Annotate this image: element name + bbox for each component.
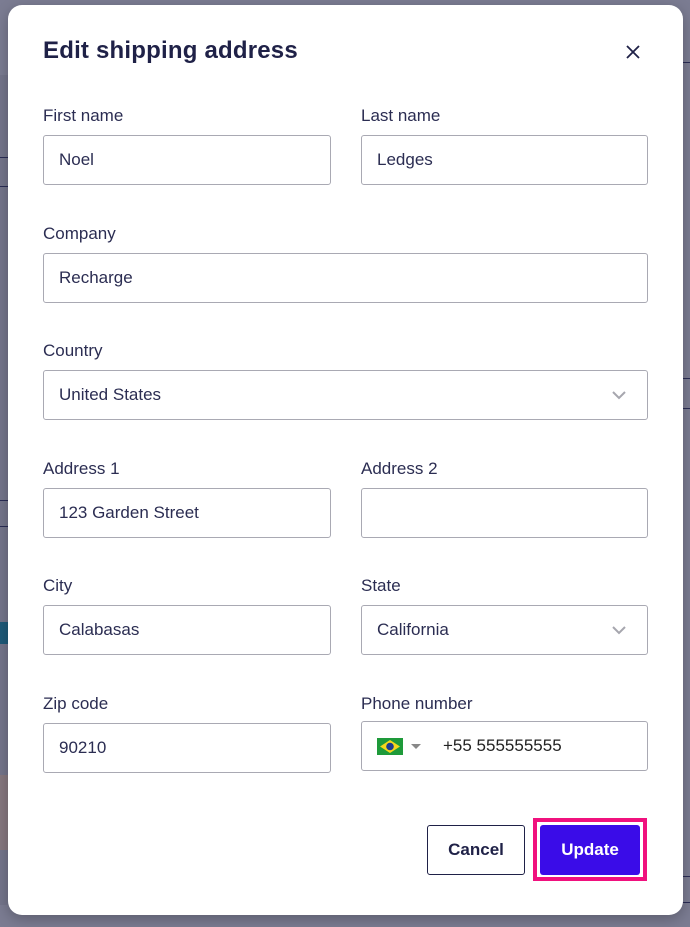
background-divider <box>0 186 8 187</box>
last-name-value: Ledges <box>377 150 433 169</box>
background-divider <box>683 62 690 63</box>
company-input[interactable]: Recharge <box>43 253 648 303</box>
company-label: Company <box>43 224 116 243</box>
country-select[interactable]: United States <box>43 370 648 420</box>
address1-label: Address 1 <box>43 459 120 478</box>
edit-shipping-address-modal: Edit shipping address First name Noel La… <box>8 5 683 915</box>
phone-value: +55 555555555 <box>443 736 562 755</box>
close-icon <box>626 45 640 59</box>
background-divider <box>683 876 690 877</box>
update-button[interactable]: Update <box>540 825 640 875</box>
country-code-selector[interactable] <box>377 737 443 755</box>
zip-label: Zip code <box>43 694 109 713</box>
state-label: State <box>361 576 401 595</box>
brazil-flag-icon <box>377 737 403 755</box>
phone-label: Phone number <box>361 694 473 713</box>
state-select[interactable]: California <box>361 605 648 655</box>
country-value: United States <box>59 385 162 404</box>
background-divider <box>0 500 8 501</box>
background-divider <box>683 378 690 379</box>
chevron-down-icon <box>612 626 626 635</box>
address2-input[interactable] <box>361 488 648 538</box>
city-label: City <box>43 576 73 595</box>
company-value: Recharge <box>59 268 133 287</box>
city-input[interactable]: Calabasas <box>43 605 331 655</box>
zip-input[interactable]: 90210 <box>43 723 331 773</box>
first-name-label: First name <box>43 106 124 125</box>
background-divider <box>0 157 8 158</box>
caret-down-icon <box>411 743 421 749</box>
background-divider <box>683 902 690 903</box>
phone-input[interactable]: +55 555555555 <box>361 721 648 771</box>
background-divider <box>0 526 8 527</box>
address1-input[interactable]: 123 Garden Street <box>43 488 331 538</box>
modal-title: Edit shipping address <box>43 37 298 64</box>
last-name-input[interactable]: Ledges <box>361 135 648 185</box>
first-name-value: Noel <box>59 150 94 169</box>
background-divider <box>683 408 690 409</box>
chevron-down-icon <box>612 391 626 400</box>
first-name-input[interactable]: Noel <box>43 135 331 185</box>
last-name-label: Last name <box>361 106 441 125</box>
zip-value: 90210 <box>59 738 107 757</box>
address2-label: Address 2 <box>361 459 438 478</box>
background-panel <box>0 775 8 850</box>
address1-value: 123 Garden Street <box>59 503 199 522</box>
country-label: Country <box>43 341 103 360</box>
close-button[interactable] <box>622 41 644 63</box>
state-value: California <box>377 620 449 639</box>
city-value: Calabasas <box>59 620 140 639</box>
cancel-button[interactable]: Cancel <box>427 825 525 875</box>
